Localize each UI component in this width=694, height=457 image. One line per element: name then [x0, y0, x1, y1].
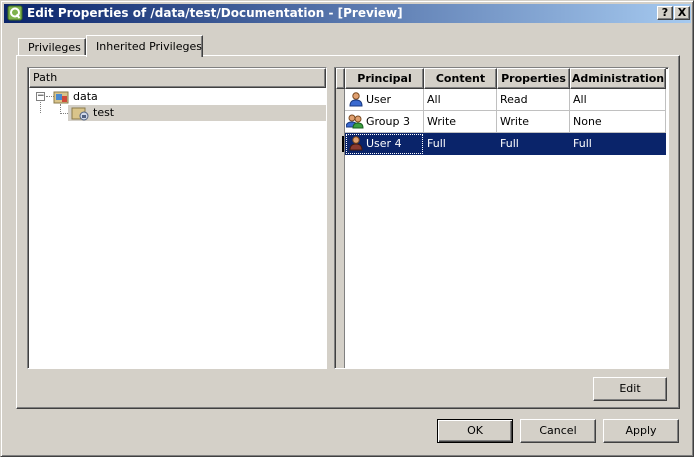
cell-administration: All: [570, 89, 666, 111]
privileges-table[interactable]: Principal Content Properties Administrat…: [334, 67, 669, 369]
app-logo-icon: [7, 5, 23, 21]
folder-lock-icon: [71, 107, 89, 121]
principal-name: Group 3: [366, 115, 410, 128]
path-tree[interactable]: Path − data test: [27, 67, 327, 369]
window-title: Edit Properties of /data/test/Documentat…: [27, 6, 403, 20]
cell-properties: Write: [497, 111, 570, 133]
table-row[interactable]: User All Read All: [344, 89, 667, 111]
column-header-properties[interactable]: Properties: [497, 68, 570, 89]
apply-button[interactable]: Apply: [603, 419, 679, 443]
tab-inherited-privileges-label: Inherited Privileges: [96, 40, 202, 53]
tab-privileges-label: Privileges: [28, 41, 81, 54]
cell-content: All: [424, 89, 497, 111]
cell-principal: Group 3: [345, 111, 424, 133]
collapse-toggle[interactable]: −: [36, 92, 45, 101]
cell-content: Full: [424, 133, 497, 155]
column-header-content[interactable]: Content: [424, 68, 497, 89]
path-header[interactable]: Path: [29, 68, 326, 88]
cell-administration: Full: [570, 133, 666, 155]
cell-principal: User 4: [345, 133, 424, 155]
cell-properties: Read: [497, 89, 570, 111]
tab-inherited-privileges[interactable]: Inherited Privileges: [86, 35, 203, 57]
principal-name: User 4: [366, 137, 402, 150]
table-row-selected[interactable]: User 4 Full Full Full: [344, 133, 667, 155]
cell-administration: None: [570, 111, 666, 133]
path-header-label: Path: [33, 71, 58, 84]
table-row[interactable]: Group 3 Write Write None: [344, 111, 667, 133]
tree-node-data[interactable]: data: [73, 90, 98, 104]
user-icon: [349, 136, 363, 151]
principal-name: User: [366, 93, 392, 106]
tree-node-test[interactable]: test: [93, 106, 114, 120]
cell-content: Write: [424, 111, 497, 133]
tree-line: [40, 99, 41, 113]
row-pointer-icon: [342, 136, 344, 152]
group-icon: [346, 114, 364, 129]
tab-privileges[interactable]: Privileges: [18, 38, 86, 56]
column-header-principal[interactable]: Principal: [345, 68, 424, 89]
folder-icon: [53, 91, 69, 104]
ok-button[interactable]: OK: [437, 419, 513, 443]
edit-button[interactable]: Edit: [593, 377, 667, 401]
dialog-window: Edit Properties of /data/test/Documentat…: [0, 0, 694, 457]
row-header-corner: [336, 68, 345, 89]
cell-properties: Full: [497, 133, 570, 155]
row-current-indicator: [336, 134, 345, 154]
help-button[interactable]: ?: [657, 6, 673, 20]
cell-principal: User: [345, 89, 424, 111]
title-bar[interactable]: Edit Properties of /data/test/Documentat…: [4, 4, 691, 23]
cancel-button[interactable]: Cancel: [520, 419, 596, 443]
user-icon: [349, 92, 363, 107]
close-button[interactable]: X: [674, 6, 690, 20]
column-header-administration[interactable]: Administration: [570, 68, 666, 89]
